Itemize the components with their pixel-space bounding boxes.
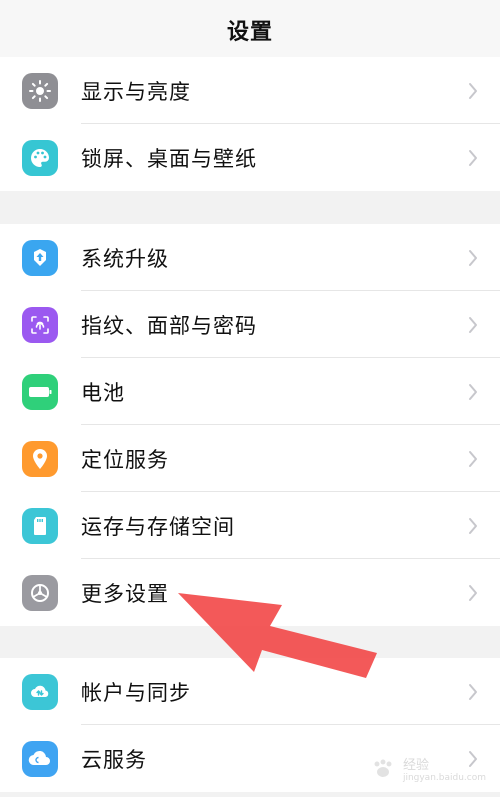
sun-icon (22, 72, 58, 109)
settings-item-label: 更多设置 (81, 581, 169, 606)
settings-item-system-update[interactable]: 系统升级 (0, 224, 500, 291)
settings-item-battery[interactable]: 电池 (0, 358, 500, 425)
settings-item-label: 运存与存储空间 (81, 514, 235, 539)
settings-group-1: 显示与亮度 锁屏、桌面与壁纸 (0, 57, 500, 191)
chevron-right-icon (469, 450, 477, 467)
settings-item-memory-storage[interactable]: 运存与存储空间 (0, 492, 500, 559)
battery-icon (22, 373, 58, 410)
cloud-icon (22, 740, 58, 777)
settings-item-location-services[interactable]: 定位服务 (0, 425, 500, 492)
page-title: 设置 (226, 20, 273, 45)
watermark: 经验 jingyan.baidu.com (369, 754, 486, 783)
watermark-text: 经验 (402, 758, 429, 773)
settings-item-label: 指纹、面部与密码 (81, 313, 257, 338)
settings-item-lockscreen-wallpaper[interactable]: 锁屏、桌面与壁纸 (0, 124, 500, 191)
chevron-right-icon (469, 584, 477, 601)
settings-item-label: 锁屏、桌面与壁纸 (81, 146, 257, 171)
header-bar: 设置 (0, 0, 500, 60)
settings-item-label: 系统升级 (81, 246, 169, 271)
settings-item-label: 定位服务 (81, 447, 169, 472)
settings-item-more-settings[interactable]: 更多设置 (0, 559, 500, 626)
chevron-right-icon (469, 82, 477, 99)
settings-item-account-sync[interactable]: 帐户与同步 (0, 658, 500, 725)
settings-item-label: 云服务 (81, 747, 147, 772)
settings-item-label: 帐户与同步 (81, 680, 191, 705)
location-pin-icon (22, 440, 58, 477)
sd-card-icon (22, 507, 58, 544)
watermark-subtext: jingyan.baidu.com (402, 773, 486, 783)
settings-item-label: 显示与亮度 (81, 79, 191, 104)
gear-icon (22, 574, 58, 611)
chevron-right-icon (469, 683, 477, 700)
chevron-right-icon (469, 249, 477, 266)
settings-item-label: 电池 (81, 380, 125, 405)
fingerprint-icon (22, 306, 58, 343)
account-sync-icon (22, 673, 58, 710)
chevron-right-icon (469, 149, 477, 166)
system-update-icon (22, 239, 58, 276)
settings-group-2: 系统升级 指纹、面部与密码 电池 定位服务 运存与存储空间 更多设置 (0, 224, 500, 626)
settings-item-fingerprint-face-password[interactable]: 指纹、面部与密码 (0, 291, 500, 358)
chevron-right-icon (469, 517, 477, 534)
paw-logo-icon (374, 759, 392, 777)
palette-icon (22, 139, 58, 176)
chevron-right-icon (469, 316, 477, 333)
chevron-right-icon (469, 383, 477, 400)
settings-item-display-brightness[interactable]: 显示与亮度 (0, 57, 500, 124)
